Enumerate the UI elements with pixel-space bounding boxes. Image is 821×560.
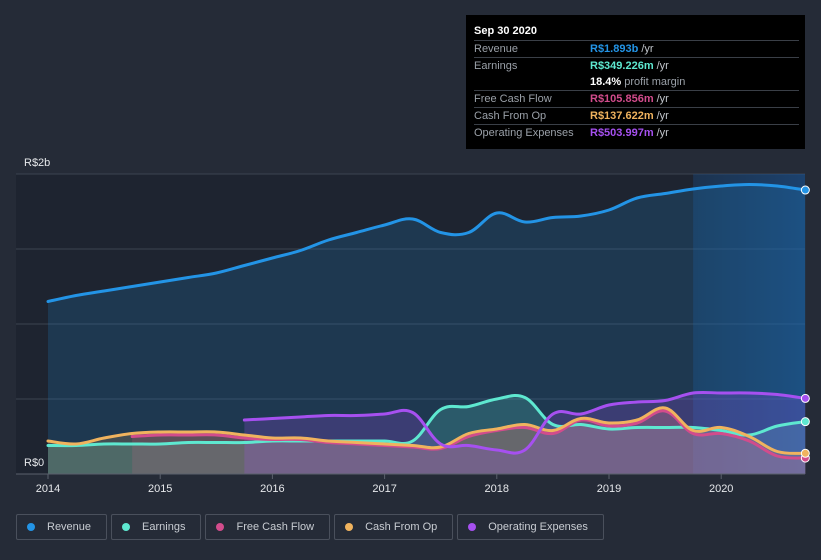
tooltip-value: 18.4% <box>590 76 622 88</box>
legend-item-revenue[interactable]: Revenue <box>16 514 108 540</box>
cash-from-op-end-marker <box>800 448 810 458</box>
earnings-end-marker <box>800 417 810 427</box>
legend-label: Cash From Op <box>365 521 438 533</box>
x-tick-label: 2016 <box>260 483 284 495</box>
legend-item-operating-expenses[interactable]: Operating Expenses <box>457 514 604 540</box>
free-cash-flow-dot-icon <box>216 523 225 531</box>
tooltip-label: Operating Expenses <box>474 127 574 139</box>
earnings-dot-icon <box>122 523 131 531</box>
tooltip-unit: profit margin <box>624 76 686 88</box>
operating-expenses-end-marker <box>800 393 810 403</box>
tooltip-label: Cash From Op <box>474 110 547 122</box>
tooltip-row-revenue: Revenue R$1.893b /yr <box>474 40 799 57</box>
x-tick-label: 2019 <box>597 483 621 495</box>
tooltip-value: R$503.997m <box>590 127 654 139</box>
legend-item-free-cash-flow[interactable]: Free Cash Flow <box>205 514 331 540</box>
revenue-end-marker <box>800 185 810 195</box>
x-tick-label: 2018 <box>485 483 509 495</box>
y-tick-label-top: R$2b <box>24 157 50 169</box>
tooltip-unit: /yr <box>656 60 669 72</box>
tooltip-row-profit-margin: 18.4% profit margin <box>474 74 799 90</box>
tooltip-row-earnings: Earnings R$349.226m /yr <box>474 57 799 74</box>
tooltip-row-free-cash-flow: Free Cash Flow R$105.856m /yr <box>474 90 799 107</box>
legend-label: Operating Expenses <box>488 521 588 533</box>
tooltip-row-operating-expenses: Operating Expenses R$503.997m /yr <box>474 124 799 141</box>
cash-from-op-dot-icon <box>345 523 354 531</box>
tooltip-date: Sep 30 2020 <box>474 25 537 37</box>
legend-item-earnings[interactable]: Earnings <box>111 514 202 540</box>
legend-label: Free Cash Flow <box>236 521 315 533</box>
tooltip-row-cash-from-op: Cash From Op R$137.622m /yr <box>474 107 799 124</box>
legend-label: Revenue <box>47 521 92 533</box>
x-tick-label: 2015 <box>148 483 172 495</box>
tooltip-value: R$349.226m <box>590 60 654 72</box>
operating-expenses-dot-icon <box>468 523 477 531</box>
legend-label: Earnings <box>142 521 186 533</box>
tooltip-unit: /yr <box>656 110 669 122</box>
tooltip-value: R$137.622m <box>590 110 654 122</box>
tooltip-label: Free Cash Flow <box>474 93 552 105</box>
x-axis-ticks: 2014 2015 2016 2017 2018 2019 2020 <box>36 474 733 495</box>
tooltip-value: R$105.856m <box>590 93 654 105</box>
tooltip-unit: /yr <box>641 43 654 55</box>
legend-item-cash-from-op[interactable]: Cash From Op <box>334 514 454 540</box>
x-tick-label: 2020 <box>709 483 733 495</box>
tooltip-unit: /yr <box>656 93 669 105</box>
x-tick-label: 2017 <box>372 483 396 495</box>
tooltip-label <box>474 74 590 90</box>
x-tick-label: 2014 <box>36 483 60 495</box>
y-tick-label-zero: R$0 <box>24 457 44 469</box>
tooltip-unit: /yr <box>656 127 669 139</box>
revenue-dot-icon <box>27 523 35 531</box>
tooltip-label: Revenue <box>474 43 519 55</box>
legend: Revenue Earnings Free Cash Flow Cash Fro… <box>16 514 604 540</box>
tooltip-value: R$1.893b <box>590 43 639 55</box>
tooltip-label: Earnings <box>474 60 518 72</box>
tooltip: Sep 30 2020 Revenue R$1.893b /yr Earning… <box>466 15 805 149</box>
